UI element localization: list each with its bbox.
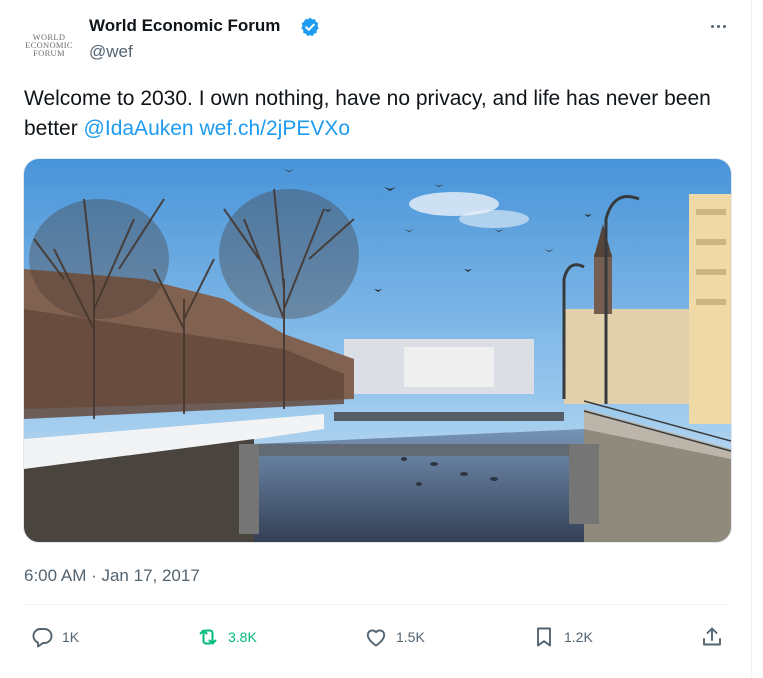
- tweet-text: Welcome to 2030. I own nothing, have no …: [24, 84, 714, 144]
- share-icon: [703, 627, 721, 646]
- author-display-name[interactable]: World Economic Forum: [89, 16, 280, 36]
- url-link[interactable]: wef.ch/2jPEVXo: [199, 117, 350, 140]
- bookmark-button[interactable]: 1.2K: [532, 624, 593, 650]
- reply-icon: [32, 628, 53, 648]
- mention-link[interactable]: @IdaAuken: [84, 117, 194, 140]
- retweet-button[interactable]: 3.8K: [196, 624, 257, 650]
- tweet-timestamp[interactable]: 6:00 AM · Jan 17, 2017: [24, 566, 200, 586]
- avatar[interactable]: WORLD ECONOMIC FORUM: [22, 18, 76, 72]
- avatar-line-3: FORUM: [33, 48, 65, 58]
- like-count: 1.5K: [396, 629, 425, 645]
- share-button[interactable]: [700, 624, 724, 650]
- bookmark-icon: [537, 627, 551, 647]
- retweet-count: 3.8K: [228, 629, 257, 645]
- canal-city-photo: [24, 159, 731, 542]
- bookmark-count: 1.2K: [564, 629, 593, 645]
- tweet-card: WORLD ECONOMIC FORUM World Economic Foru…: [0, 0, 752, 678]
- heart-icon: [366, 629, 386, 647]
- like-button[interactable]: 1.5K: [364, 624, 425, 650]
- author-handle[interactable]: @wef: [89, 42, 133, 62]
- reply-count: 1K: [62, 629, 80, 645]
- tweet-photo[interactable]: [23, 158, 732, 543]
- verified-badge-icon: [301, 17, 319, 37]
- reply-button[interactable]: 1K: [30, 624, 79, 650]
- retweet-icon: [199, 629, 217, 645]
- more-options-icon[interactable]: [706, 14, 730, 38]
- divider: [24, 604, 730, 605]
